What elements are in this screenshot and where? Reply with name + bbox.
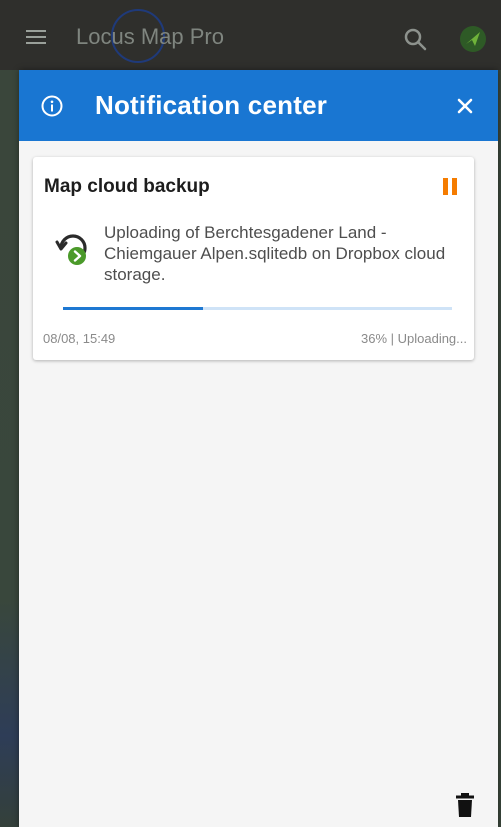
upload-progress-fill [63,307,204,310]
info-icon [41,95,63,117]
gps-icon[interactable] [458,24,488,54]
notification-title: Map cloud backup [44,176,210,197]
app-toolbar: Locus Map Pro [0,0,501,70]
trash-icon [456,793,474,817]
close-icon [457,98,473,114]
upload-progress-bar [63,307,452,310]
map-left-edge [0,70,19,827]
delete-all-button[interactable] [455,792,475,818]
notification-center-title: Notification center [95,90,328,120]
search-icon[interactable] [402,26,428,52]
notification-status: 36% | Uploading... [361,331,467,346]
notification-timestamp: 08/08, 15:49 [43,331,116,346]
close-button[interactable] [450,91,480,121]
pause-button[interactable] [440,176,460,198]
notification-center-panel: Notification center Map cloud backup Upl… [19,70,498,827]
app-title: Locus Map Pro [76,24,224,49]
cloud-upload-icon [55,234,87,265]
notification-card[interactable]: Map cloud backup Uploading of Berchtesga… [33,157,474,360]
notification-message: Uploading of Berchtesgadener Land - Chie… [104,223,446,284]
menu-icon[interactable] [26,30,46,44]
notification-center-header: Notification center [19,70,498,141]
